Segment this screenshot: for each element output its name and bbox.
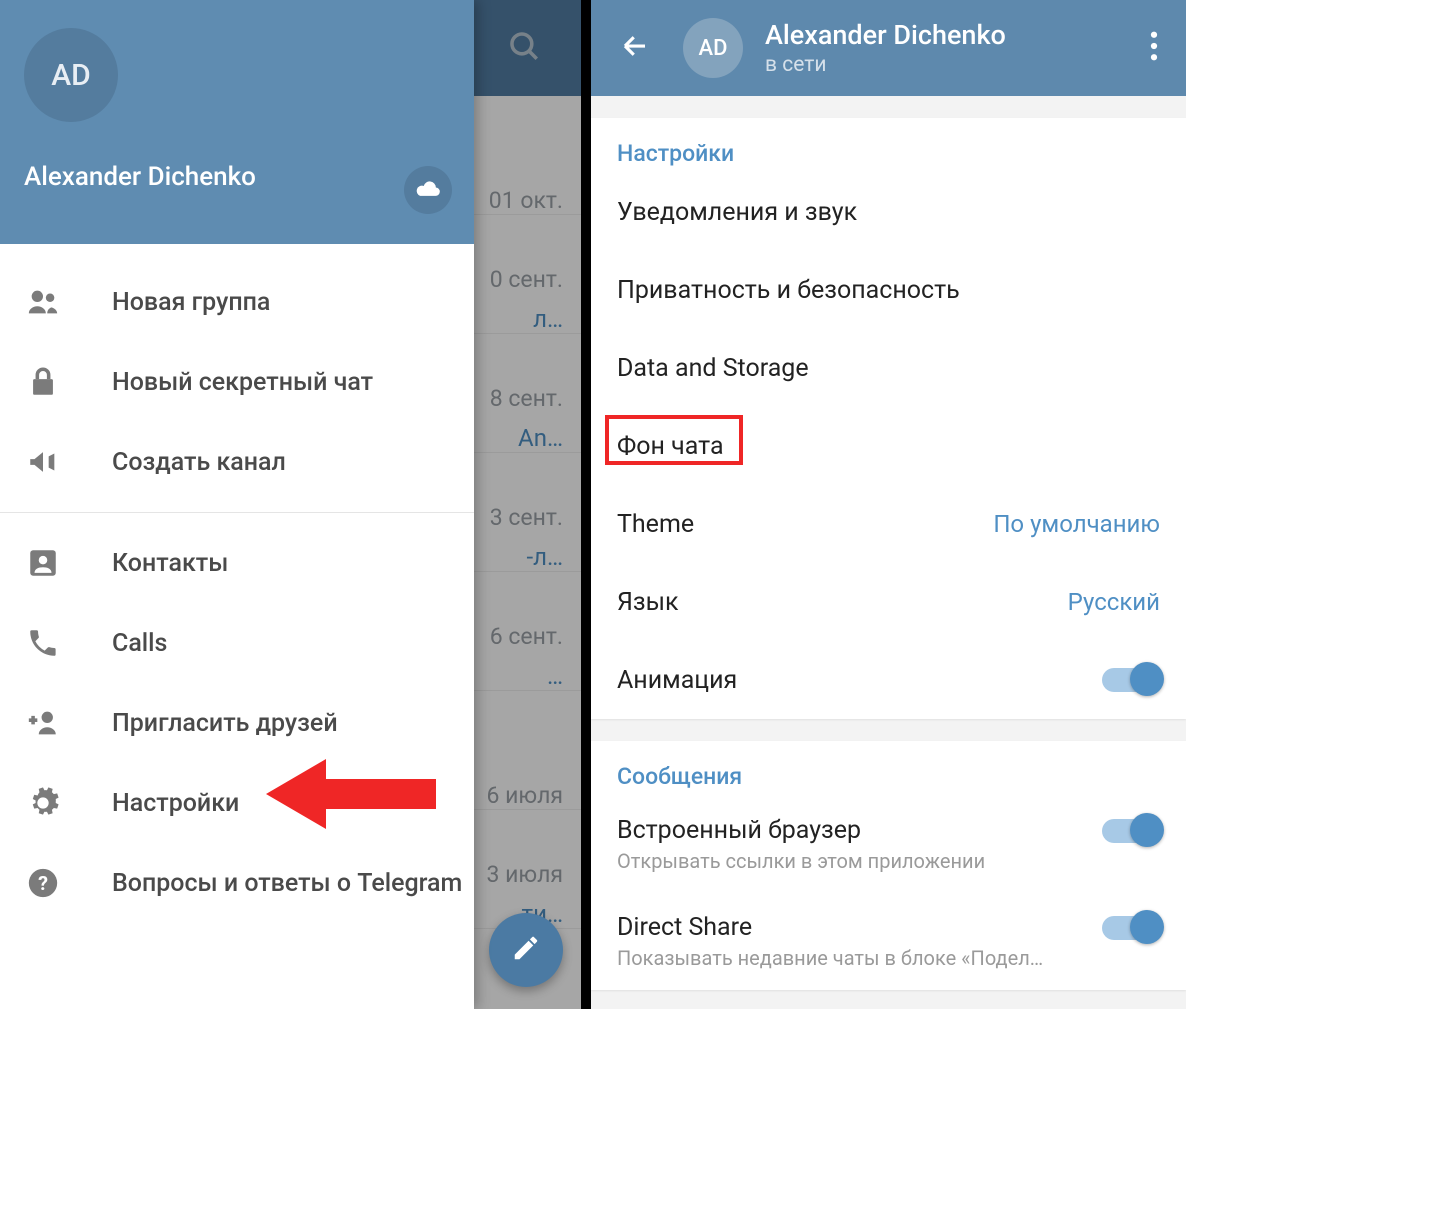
menu-divider [0, 512, 474, 513]
row-label: Direct Share [617, 913, 752, 942]
compose-fab[interactable] [489, 913, 563, 987]
menu-calls[interactable]: Calls [0, 603, 474, 683]
header-title: Alexander Dichenko [765, 19, 1132, 51]
menu-label: Новая группа [112, 288, 270, 317]
contact-icon [26, 546, 60, 580]
avatar[interactable]: AD [24, 28, 118, 122]
row-language[interactable]: Язык Русский [591, 563, 1186, 641]
phone-icon [26, 626, 60, 660]
menu-label: Создать канал [112, 448, 286, 477]
add-person-icon [26, 706, 60, 740]
nav-drawer: AD Alexander Dichenko Новая группа Новый… [0, 0, 474, 1009]
section-settings: Настройки Уведомления и звук Приватность… [591, 118, 1186, 719]
switch-toggle[interactable] [1102, 819, 1160, 843]
pencil-icon [511, 933, 541, 967]
settings-body: Настройки Уведомления и звук Приватность… [591, 96, 1186, 1009]
row-notifications[interactable]: Уведомления и звук [591, 173, 1186, 251]
right-screenshot: AD Alexander Dichenko в сети Настройки У… [591, 0, 1186, 1009]
lock-icon [26, 365, 60, 399]
saved-messages-button[interactable] [404, 166, 452, 214]
row-value: Русский [1068, 588, 1160, 616]
menu-label: Вопросы и ответы о Telegram [112, 869, 462, 898]
switch-toggle[interactable] [1102, 916, 1160, 940]
row-subtitle: Открывать ссылки в этом приложении [617, 849, 985, 873]
menu-label: Настройки [112, 789, 239, 818]
row-label: Анимация [617, 666, 737, 695]
header-status: в сети [765, 53, 1132, 77]
row-label: Data and Storage [617, 354, 809, 383]
row-chat-background[interactable]: Фон чата [591, 407, 1186, 485]
avatar-initials: AD [699, 36, 728, 61]
section-title: Настройки [591, 118, 1186, 173]
more-vert-icon [1150, 31, 1158, 65]
header-title-block: Alexander Dichenko в сети [765, 19, 1132, 77]
cloud-icon [414, 179, 442, 201]
settings-header: AD Alexander Dichenko в сети [591, 0, 1186, 96]
avatar[interactable]: AD [683, 18, 743, 78]
row-privacy[interactable]: Приватность и безопасность [591, 251, 1186, 329]
drawer-header: AD Alexander Dichenko [0, 0, 474, 244]
switch-toggle[interactable] [1102, 668, 1160, 692]
menu-new-group[interactable]: Новая группа [0, 262, 474, 342]
section-messages: Сообщения Встроенный браузер Открывать с… [591, 741, 1186, 990]
row-label: Приватность и безопасность [617, 276, 960, 305]
more-button[interactable] [1132, 26, 1176, 70]
row-animation[interactable]: Анимация [591, 641, 1186, 719]
menu-contacts[interactable]: Контакты [0, 523, 474, 603]
menu-settings[interactable]: Настройки [0, 763, 474, 843]
row-subtitle: Показывать недавние чаты в блоке «Подел… [617, 946, 1043, 970]
group-icon [26, 285, 60, 319]
row-value: По умолчанию [993, 510, 1160, 538]
row-in-app-browser[interactable]: Встроенный браузер Открывать ссылки в эт… [591, 796, 1186, 893]
row-label: Язык [617, 588, 679, 617]
menu-label: Calls [112, 629, 167, 658]
menu-faq[interactable]: ? Вопросы и ответы о Telegram [0, 843, 474, 923]
menu-label: Пригласить друзей [112, 709, 338, 738]
svg-text:?: ? [38, 872, 48, 895]
menu-label: Контакты [112, 549, 228, 578]
row-label: Уведомления и звук [617, 198, 857, 227]
row-label: Фон чата [617, 432, 724, 461]
section-title: Сообщения [591, 741, 1186, 796]
row-label: Theme [617, 510, 694, 539]
megaphone-icon [26, 445, 60, 479]
arrow-left-icon [620, 31, 650, 65]
gear-icon [26, 786, 60, 820]
row-direct-share[interactable]: Direct Share Показывать недавние чаты в … [591, 893, 1186, 990]
row-theme[interactable]: Theme По умолчанию [591, 485, 1186, 563]
left-screenshot: 01 окт. 0 сент.л… 8 сент.An… 3 сент.-л… … [0, 0, 591, 1009]
row-label: Встроенный браузер [617, 816, 861, 845]
back-button[interactable] [613, 26, 657, 70]
row-data-storage[interactable]: Data and Storage [591, 329, 1186, 407]
menu-new-secret-chat[interactable]: Новый секретный чат [0, 342, 474, 422]
help-icon: ? [26, 866, 60, 900]
menu-label: Новый секретный чат [112, 368, 373, 397]
menu-invite[interactable]: Пригласить друзей [0, 683, 474, 763]
drawer-menu: Новая группа Новый секретный чат Создать… [0, 244, 474, 923]
avatar-initials: AD [51, 58, 90, 93]
drawer-user-name: Alexander Dichenko [24, 162, 450, 192]
menu-new-channel[interactable]: Создать канал [0, 422, 474, 502]
